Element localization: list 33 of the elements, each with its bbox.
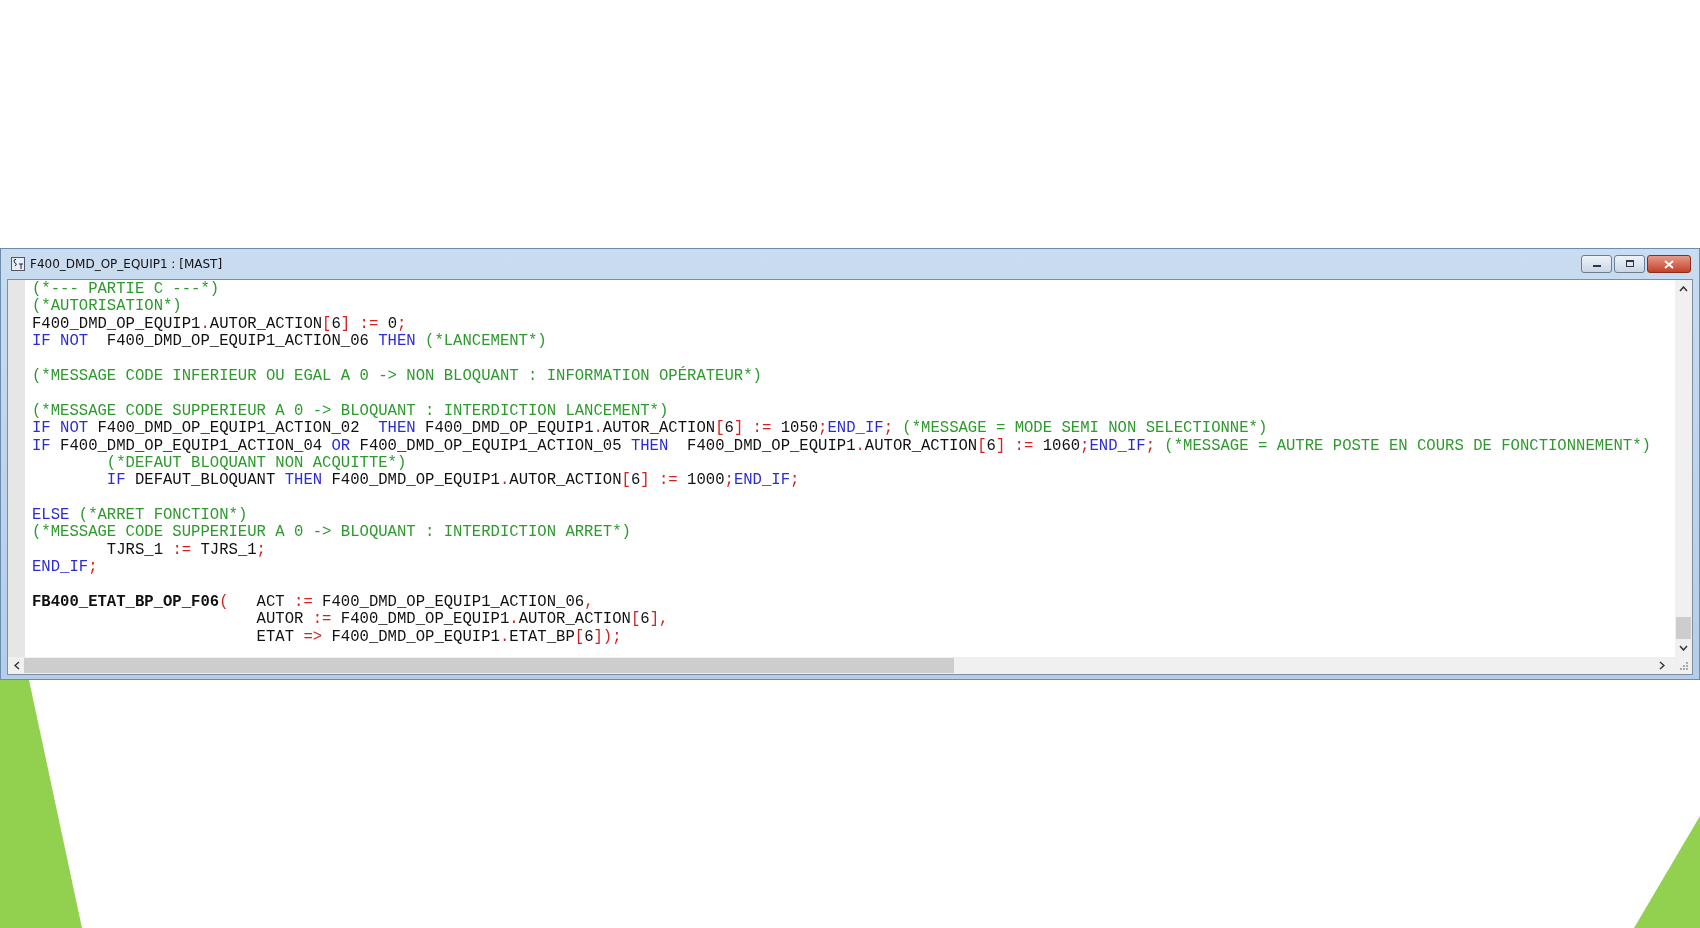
code-line: (*AUTORISATION*) [32,297,182,316]
structured-text-icon [11,257,25,271]
code-line: F400_DMD_OP_EQUIP1.AUTOR_ACTION[6] := 0; [32,314,407,333]
vertical-scrollbar[interactable] [1675,280,1692,657]
minimize-button[interactable] [1581,255,1612,273]
code-line: AUTOR := F400_DMD_OP_EQUIP1.AUTOR_ACTION[6], [255,610,669,629]
code-line: IF NOT F400_DMD_OP_EQUIP1_ACTION_02 THEN F400_DMD_OP_EQUIP1.AUTOR_ACTION[6] := 1050;END_IF; (*MESSAGE = MODE SEMI NON SELECTIONNE*) [32,419,1268,438]
code-line: (*--- PARTIE C ---*) [32,280,220,298]
code-line: FB400_ETAT_BP_OP_F06( ACT := F400_DMD_OP_EQUIP1_ACTION_06, [32,593,594,612]
horizontal-scrollbar[interactable] [8,657,1692,674]
scroll-thumb[interactable] [24,658,954,673]
code-line: (*DEFAUT BLOQUANT NON ACQUITTE*) [105,453,407,472]
scroll-down-icon[interactable] [1679,645,1688,651]
window-title: F400_DMD_OP_EQUIP1 : [MAST] [30,257,223,271]
code-line: ELSE (*ARRET FONCTION*) [32,506,248,525]
code-line: END_IF; [32,558,98,577]
maximize-icon [1624,260,1635,268]
maximize-button[interactable] [1614,255,1645,273]
code-line: (*MESSAGE CODE SUPPERIEUR A 0 -> BLOQUANT : INTERDICTION LANCEMENT*) [32,401,669,420]
code-line: IF NOT F400_DMD_OP_EQUIP1_ACTION_06 THEN (*LANCEMENT*) [32,332,547,351]
code-line: (*MESSAGE CODE INFERIEUR OU EGAL A 0 -> NON BLOQUANT : INFORMATION OPÉRATEUR*) [32,366,762,385]
scroll-thumb[interactable] [1676,617,1691,639]
scroll-left-icon[interactable] [14,661,20,670]
code-line: ETAT => F400_DMD_OP_EQUIP1.ETAT_BP[6]); [255,627,622,646]
close-button[interactable] [1647,255,1691,273]
scroll-right-icon[interactable] [1659,661,1665,670]
close-icon [1664,259,1674,269]
code-line: IF DEFAUT_BLOQUANT THEN F400_DMD_OP_EQUIP1.AUTOR_ACTION[6] := 1000;END_IF; [105,471,800,490]
scroll-up-icon[interactable] [1679,286,1688,292]
code-line: (*MESSAGE CODE SUPPERIEUR A 0 -> BLOQUANT : INTERDICTION ARRET*) [32,523,631,542]
code-line: IF F400_DMD_OP_EQUIP1_ACTION_04 OR F400_DMD_OP_EQUIP1_ACTION_05 THEN F400_DMD_OP_EQUIP1.AUTOR_ACTION[6] := 1060;END_IF; (*MESSAGE = AUTRE POSTE EN COURS DE FONCTIONNEMENT*) [32,436,1651,455]
code-line: TJRS_1 := TJRS_1; [105,540,266,559]
size-grip-icon[interactable] [1679,661,1688,670]
